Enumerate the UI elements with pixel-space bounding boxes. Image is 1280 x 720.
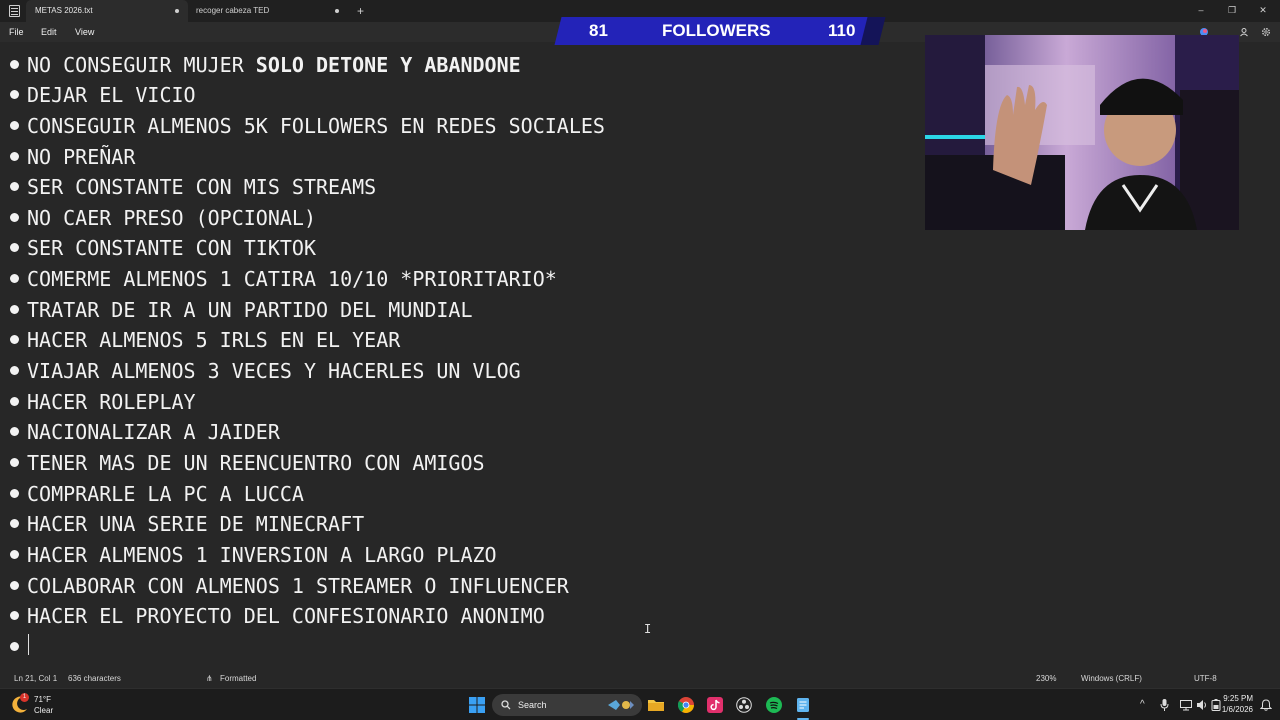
bullet-icon <box>10 489 19 498</box>
settings-gear-icon[interactable] <box>1261 27 1271 37</box>
weather-temperature[interactable]: 71°F <box>34 695 51 704</box>
bullet-icon <box>10 611 19 620</box>
tiktok-icon[interactable] <box>707 697 723 713</box>
bullet-icon <box>10 335 19 344</box>
bullet-icon <box>10 90 19 99</box>
menu-file[interactable]: File <box>9 22 24 42</box>
ibeam-cursor-icon: I <box>644 622 652 636</box>
bullet-icon <box>10 519 19 528</box>
search-highlight-icon <box>608 700 634 710</box>
chrome-icon[interactable] <box>678 697 694 713</box>
weather-alert-badge: 1 <box>20 693 29 702</box>
menu-edit[interactable]: Edit <box>41 22 57 42</box>
maximize-button[interactable]: ❐ <box>1217 0 1247 22</box>
tab-label: recoger cabeza TED <box>196 6 270 15</box>
followers-goal: 110 <box>828 21 856 40</box>
bullet-icon <box>10 152 19 161</box>
new-tab-button[interactable]: + <box>357 0 364 22</box>
unsaved-dot-icon <box>335 9 339 13</box>
bullet-icon <box>10 427 19 436</box>
minimize-button[interactable]: – <box>1186 0 1216 22</box>
bullet-icon <box>10 305 19 314</box>
taskbar: 1 71°F Clear Search ^ 9:25 PM 1/6/2026 <box>0 688 1280 720</box>
spotify-icon[interactable] <box>766 697 782 713</box>
encoding[interactable]: UTF-8 <box>1194 670 1217 688</box>
bullet-icon <box>10 642 19 651</box>
volume-icon[interactable] <box>1196 699 1208 711</box>
close-window-button[interactable]: ✕ <box>1248 0 1278 22</box>
bullet-icon <box>10 366 19 375</box>
account-icon[interactable] <box>1239 27 1249 37</box>
bullet-icon <box>10 182 19 191</box>
bullet-icon <box>10 121 19 130</box>
clock-time[interactable]: 9:25 PM <box>1221 694 1253 703</box>
bullet-icon <box>10 274 19 283</box>
bullet-icon <box>10 581 19 590</box>
zoom-level[interactable]: 230% <box>1036 670 1056 688</box>
followers-current: 81 <box>589 21 608 40</box>
tab-recoger-cabeza-ted[interactable]: recoger cabeza TED <box>188 0 348 22</box>
tab-label: METAS 2026.txt <box>35 6 93 15</box>
text-caret <box>28 634 29 655</box>
search-icon <box>501 700 511 710</box>
cursor-position: Ln 21, Col 1 <box>14 674 58 683</box>
obs-icon[interactable] <box>736 697 752 713</box>
notepad-taskbar-icon[interactable] <box>795 697 811 713</box>
show-hidden-icons-chevron-icon[interactable]: ^ <box>1140 699 1145 710</box>
format-mode[interactable]: Formatted <box>220 670 256 688</box>
webcam-feed <box>925 35 1239 230</box>
weather-description[interactable]: Clear <box>34 706 53 715</box>
microphone-icon[interactable] <box>1160 699 1169 711</box>
bullet-icon <box>10 60 19 69</box>
unsaved-dot-icon <box>175 9 179 13</box>
followers-overlay: 81 FOLLOWERS 110 <box>554 17 886 45</box>
formatted-icon: ⋔ <box>206 674 213 683</box>
bullet-icon <box>10 458 19 467</box>
followers-label: FOLLOWERS <box>662 21 771 40</box>
bullet-icon <box>10 243 19 252</box>
clock-date[interactable]: 1/6/2026 <box>1213 705 1253 714</box>
network-icon[interactable] <box>1180 699 1192 711</box>
bullet-icon <box>10 397 19 406</box>
menu-view[interactable]: View <box>75 22 94 42</box>
file-explorer-icon[interactable] <box>648 697 664 713</box>
character-count: 636 characters <box>68 674 121 683</box>
bullet-icon <box>10 213 19 222</box>
windows-start-icon[interactable] <box>469 697 485 713</box>
bullet-icon <box>10 550 19 559</box>
line-ending[interactable]: Windows (CRLF) <box>1081 670 1142 688</box>
tab-metas-2026[interactable]: METAS 2026.txt <box>26 0 188 22</box>
notepad-app-icon[interactable] <box>9 5 20 17</box>
status-bar: Ln 21, Col 1 636 characters ⋔ Formatted … <box>0 670 1280 688</box>
search-label: Search <box>518 700 547 710</box>
notifications-bell-icon[interactable] <box>1260 699 1272 711</box>
taskbar-search[interactable]: Search <box>492 694 642 716</box>
